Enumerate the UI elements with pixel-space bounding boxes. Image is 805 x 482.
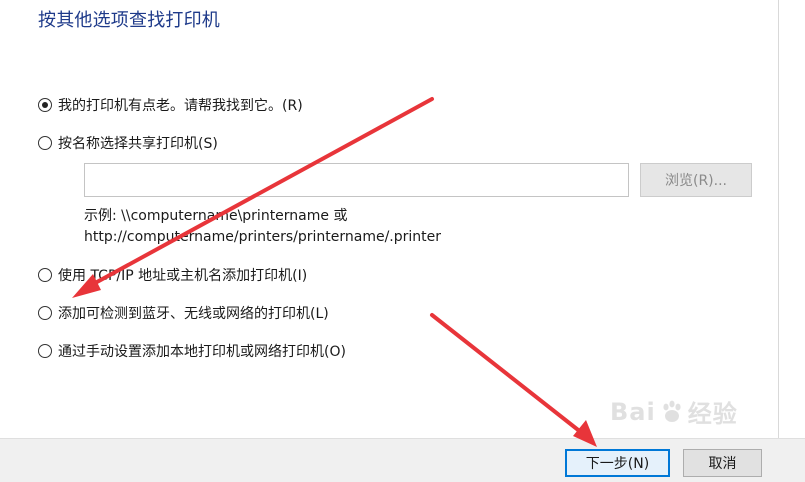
paw-icon <box>663 400 681 422</box>
watermark-text-left: Bai <box>610 397 656 426</box>
printer-name-input[interactable] <box>84 163 629 197</box>
next-button[interactable]: 下一步(N) <box>565 449 670 477</box>
watermark-text-right: 经验 <box>687 400 738 428</box>
baidu-jingyan-watermark: Bai 经验 <box>610 394 738 429</box>
option-label: 按名称选择共享打印机(S) <box>58 136 218 152</box>
radio-button-selected[interactable] <box>38 98 52 112</box>
example-line-1: 示例: \\computername\printername 或 <box>84 208 348 224</box>
option-label: 添加可检测到蓝牙、无线或网络的打印机(L) <box>58 306 329 322</box>
page-title: 按其他选项查找打印机 <box>38 10 220 31</box>
option-label: 我的打印机有点老。请帮我找到它。(R) <box>58 98 303 114</box>
radio-dot <box>42 102 48 108</box>
radio-button[interactable] <box>38 306 52 320</box>
option-shared-printer-by-name[interactable]: 按名称选择共享打印机(S) <box>38 133 218 153</box>
window-edge <box>778 0 779 438</box>
option-label: 通过手动设置添加本地打印机或网络打印机(O) <box>58 344 346 360</box>
option-old-printer[interactable]: 我的打印机有点老。请帮我找到它。(R) <box>38 95 303 115</box>
option-manual-settings[interactable]: 通过手动设置添加本地打印机或网络打印机(O) <box>38 341 346 361</box>
browse-button[interactable]: 浏览(R)... <box>640 163 752 197</box>
option-label: 使用 TCP/IP 地址或主机名添加打印机(I) <box>58 268 308 284</box>
option-bluetooth-wireless-network[interactable]: 添加可检测到蓝牙、无线或网络的打印机(L) <box>38 303 329 323</box>
radio-button[interactable] <box>38 268 52 282</box>
option-tcpip[interactable]: 使用 TCP/IP 地址或主机名添加打印机(I) <box>38 265 307 285</box>
add-printer-dialog: 按其他选项查找打印机 我的打印机有点老。请帮我找到它。(R) 按名称选择共享打印… <box>0 0 805 482</box>
arrow-to-next-button <box>430 313 597 447</box>
radio-button[interactable] <box>38 136 52 150</box>
example-text: 示例: \\computername\printername 或 http://… <box>84 206 441 248</box>
radio-button[interactable] <box>38 344 52 358</box>
cancel-button[interactable]: 取消 <box>683 449 762 477</box>
example-line-2: http://computername/printers/printername… <box>84 229 442 245</box>
